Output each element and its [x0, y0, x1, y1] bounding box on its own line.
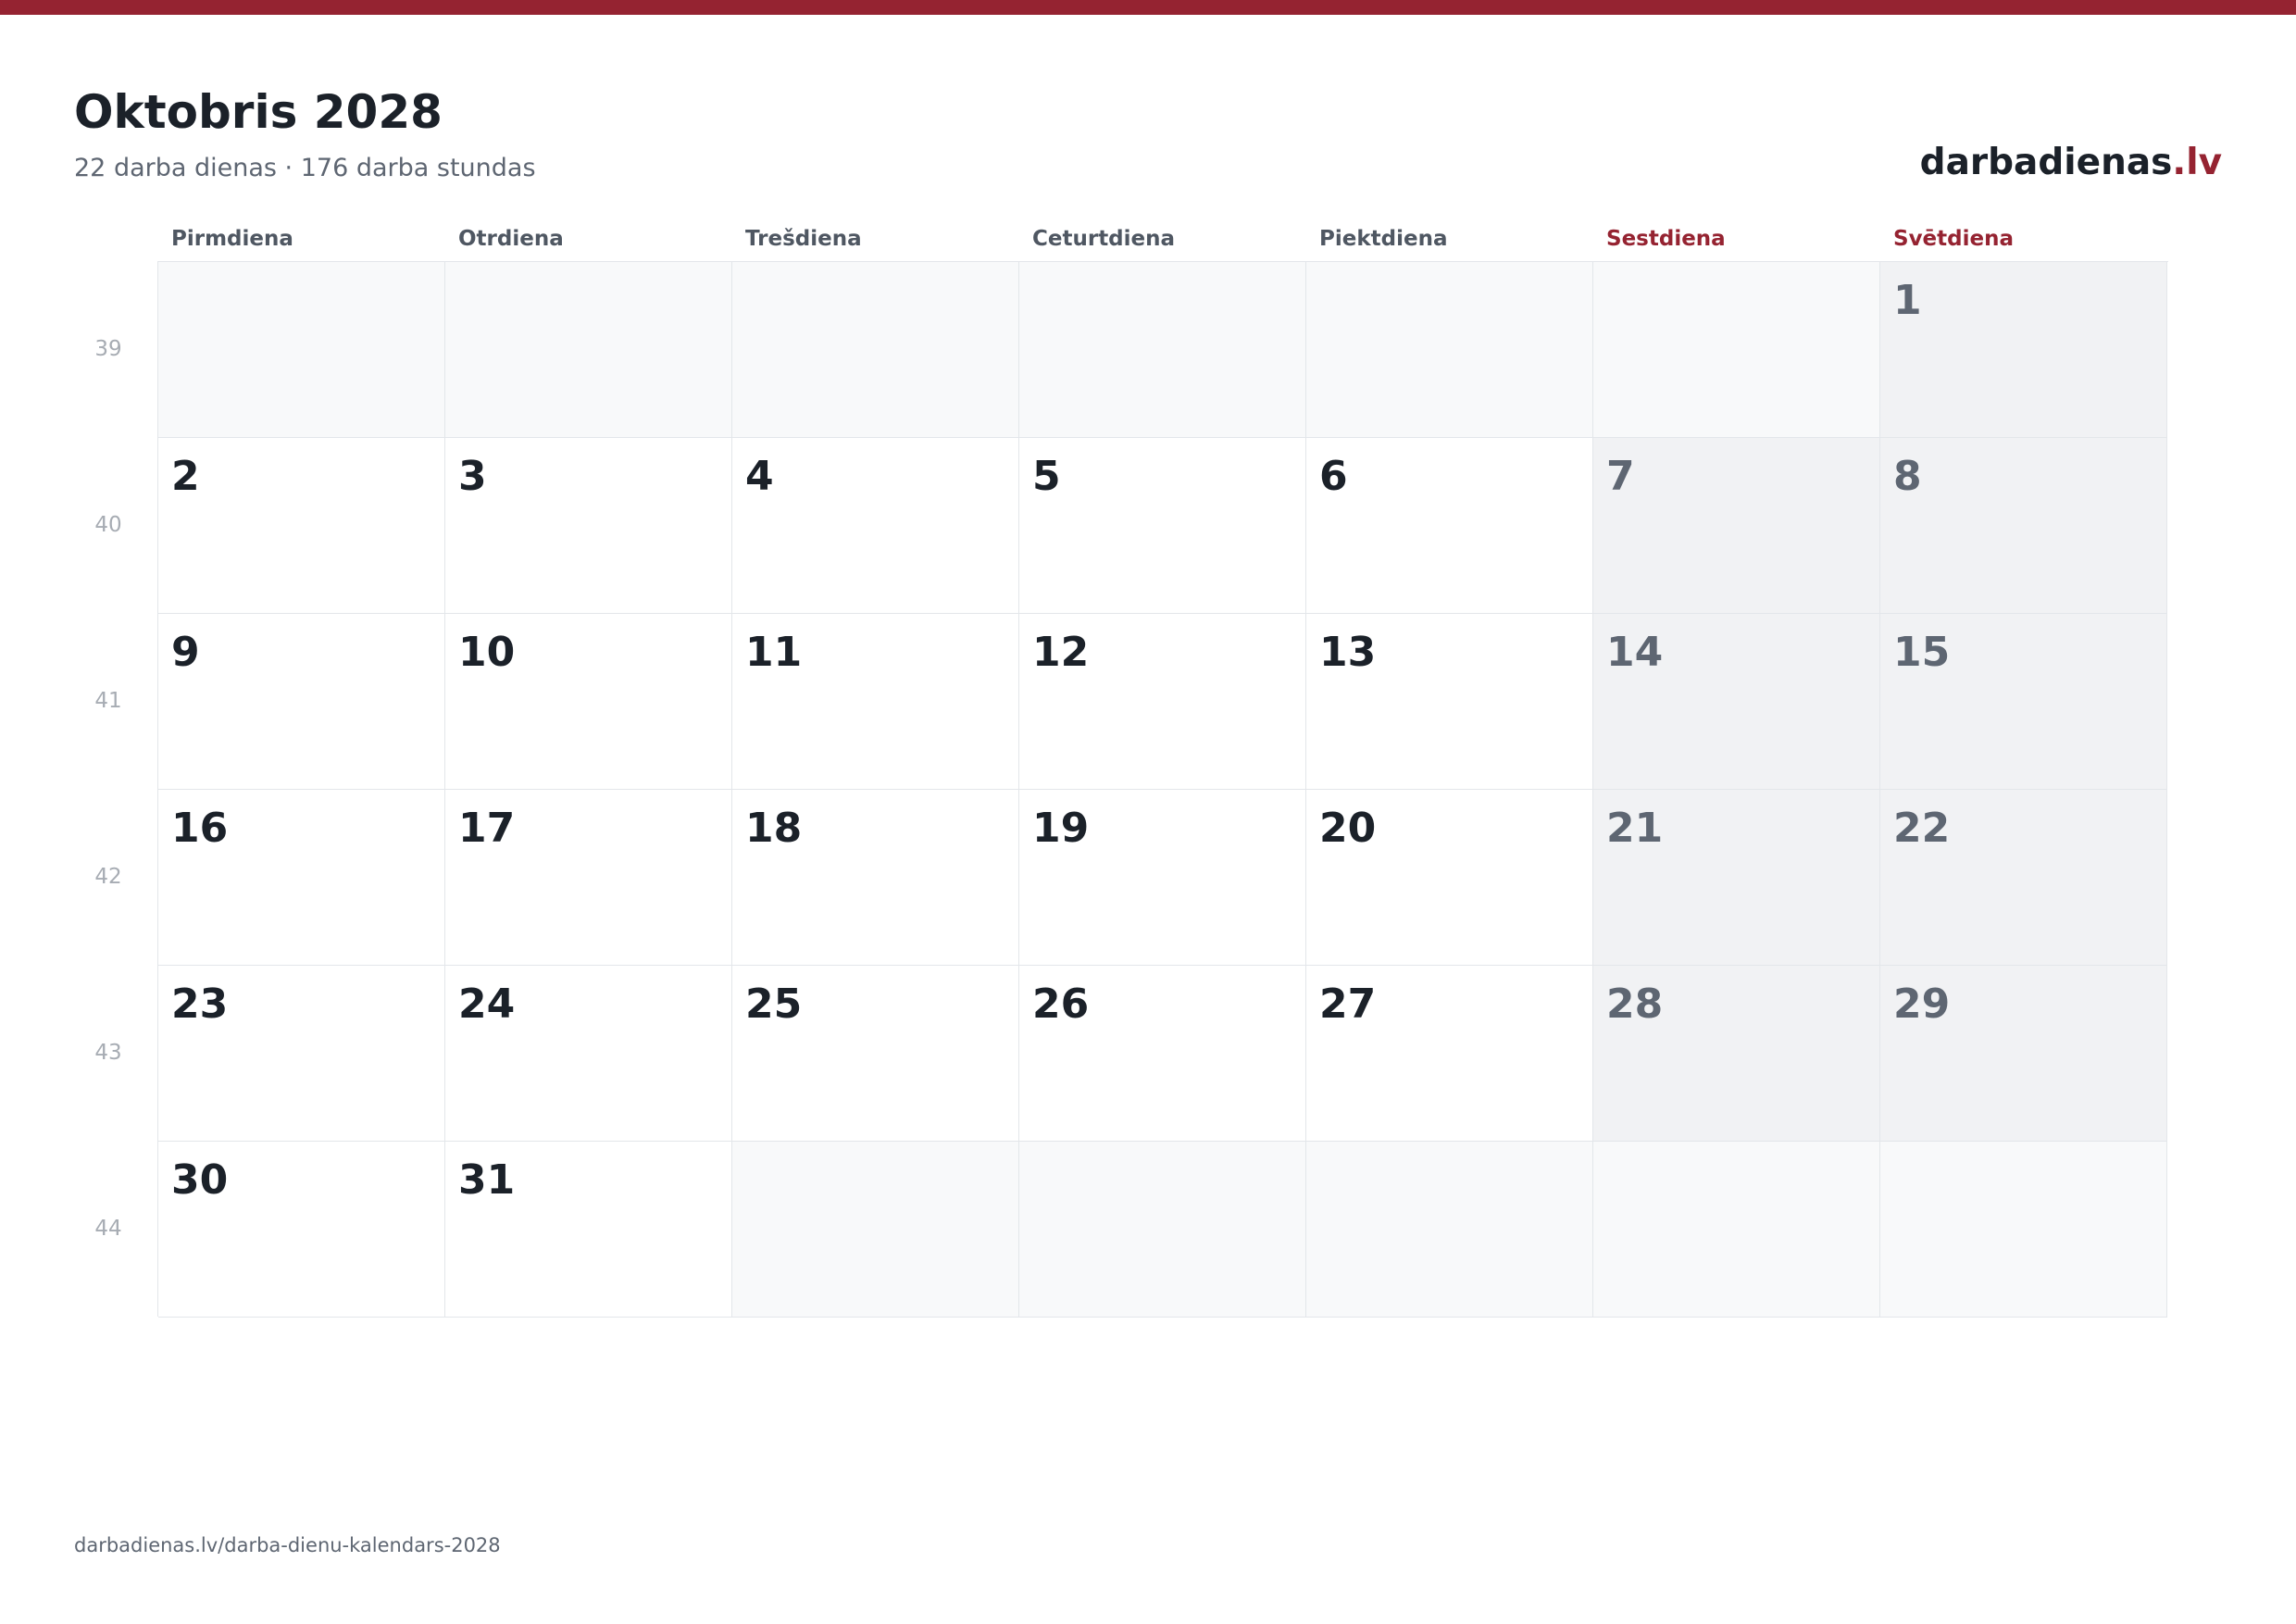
day-number: 28 [1606, 981, 1664, 1028]
weekday-header: Otrdiena [458, 227, 564, 251]
calendar-cell-empty [1306, 1142, 1593, 1318]
calendar-cell[interactable]: 20 [1306, 790, 1593, 966]
weekday-header-weekend: Svētdiena [1893, 227, 2014, 251]
week-number: 39 [94, 337, 122, 361]
day-number: 18 [745, 805, 803, 852]
weekday-header-row: Pirmdiena Otrdiena Trešdiena Ceturtdiena… [157, 222, 2168, 261]
day-number: 15 [1893, 629, 1951, 676]
day-number: 11 [745, 629, 803, 676]
calendar-cell-empty [445, 262, 732, 438]
day-number: 1 [1893, 277, 1922, 324]
calendar-cell-empty [1593, 262, 1880, 438]
calendar-cell-empty [1019, 1142, 1306, 1318]
day-number: 17 [458, 805, 516, 852]
calendar-cell[interactable]: 26 [1019, 966, 1306, 1142]
calendar-cell[interactable]: 4 [732, 438, 1019, 614]
logo-name: darbadienas [1919, 142, 2173, 183]
calendar-cell-weekend[interactable]: 8 [1880, 438, 2167, 614]
day-number: 20 [1319, 805, 1377, 852]
week-number-column: 39 40 41 42 43 44 [74, 261, 157, 1317]
calendar-cell-weekend[interactable]: 28 [1593, 966, 1880, 1142]
calendar-cell[interactable]: 10 [445, 614, 732, 790]
calendar-cell[interactable]: 5 [1019, 438, 1306, 614]
week-number: 42 [94, 865, 122, 889]
calendar-cell[interactable]: 16 [158, 790, 445, 966]
calendar-cell-weekend[interactable]: 29 [1880, 966, 2167, 1142]
page-subtitle: 22 darba dienas · 176 darba stundas [74, 154, 536, 182]
weekday-header: Ceturtdiena [1032, 227, 1176, 251]
day-number: 12 [1032, 629, 1090, 676]
weekday-header: Trešdiena [745, 227, 862, 251]
day-number: 25 [745, 981, 803, 1028]
week-number: 43 [94, 1041, 122, 1065]
week-number: 40 [94, 513, 122, 537]
calendar-cell[interactable]: 12 [1019, 614, 1306, 790]
calendar-cell[interactable]: 9 [158, 614, 445, 790]
calendar-cell-empty [1880, 1142, 2167, 1318]
calendar-cell[interactable]: 6 [1306, 438, 1593, 614]
calendar-cell-empty [1306, 262, 1593, 438]
weekday-header-weekend: Sestdiena [1606, 227, 1726, 251]
calendar-cell-weekend[interactable]: 14 [1593, 614, 1880, 790]
calendar-cell[interactable]: 23 [158, 966, 445, 1142]
day-number: 10 [458, 629, 516, 676]
day-number: 6 [1319, 453, 1348, 500]
day-number: 4 [745, 453, 774, 500]
day-number: 27 [1319, 981, 1377, 1028]
calendar-grid: 1 2 3 4 5 6 7 8 9 10 11 12 13 14 15 16 17 18 19 20 21 22 23 24 2… [157, 261, 2168, 1318]
day-number: 19 [1032, 805, 1090, 852]
calendar-cell-weekend[interactable]: 22 [1880, 790, 2167, 966]
calendar-cell[interactable]: 24 [445, 966, 732, 1142]
calendar-cell[interactable]: 25 [732, 966, 1019, 1142]
day-number: 26 [1032, 981, 1090, 1028]
day-number: 24 [458, 981, 516, 1028]
calendar-cell-weekend[interactable]: 21 [1593, 790, 1880, 966]
logo-tld: .lv [2172, 142, 2222, 183]
day-number: 8 [1893, 453, 1922, 500]
calendar-cell-empty [158, 262, 445, 438]
page-title: Oktobris 2028 [74, 85, 443, 139]
brand-logo[interactable]: darbadienas.lv [1920, 137, 2222, 189]
day-number: 3 [458, 453, 487, 500]
calendar-cell[interactable]: 13 [1306, 614, 1593, 790]
calendar-cell[interactable]: 11 [732, 614, 1019, 790]
day-number: 31 [458, 1156, 516, 1204]
day-number: 13 [1319, 629, 1377, 676]
day-number: 22 [1893, 805, 1951, 852]
day-number: 29 [1893, 981, 1951, 1028]
week-number: 44 [94, 1217, 122, 1241]
calendar-cell-empty [1593, 1142, 1880, 1318]
calendar-cell-weekend[interactable]: 7 [1593, 438, 1880, 614]
weekday-header: Pirmdiena [171, 227, 293, 251]
calendar-cell-weekend[interactable]: 1 [1880, 262, 2167, 438]
calendar-cell-empty [732, 1142, 1019, 1318]
calendar-cell-empty [1019, 262, 1306, 438]
day-number: 16 [171, 805, 229, 852]
calendar-cell[interactable]: 3 [445, 438, 732, 614]
footer-url[interactable]: darbadienas.lv/darba-dienu-kalendars-202… [74, 1531, 501, 1559]
day-number: 23 [171, 981, 229, 1028]
calendar-cell-weekend[interactable]: 15 [1880, 614, 2167, 790]
day-number: 2 [171, 453, 200, 500]
calendar-cell-empty [732, 262, 1019, 438]
calendar-cell[interactable]: 18 [732, 790, 1019, 966]
calendar-cell[interactable]: 27 [1306, 966, 1593, 1142]
day-number: 14 [1606, 629, 1664, 676]
week-number: 41 [94, 689, 122, 713]
day-number: 7 [1606, 453, 1635, 500]
day-number: 5 [1032, 453, 1061, 500]
calendar-cell[interactable]: 2 [158, 438, 445, 614]
calendar-cell[interactable]: 30 [158, 1142, 445, 1318]
calendar-cell[interactable]: 19 [1019, 790, 1306, 966]
day-number: 30 [171, 1156, 229, 1204]
day-number: 21 [1606, 805, 1664, 852]
calendar-cell[interactable]: 31 [445, 1142, 732, 1318]
calendar-cell[interactable]: 17 [445, 790, 732, 966]
day-number: 9 [171, 629, 200, 676]
top-accent-bar [0, 0, 2296, 15]
weekday-header: Piektdiena [1319, 227, 1448, 251]
